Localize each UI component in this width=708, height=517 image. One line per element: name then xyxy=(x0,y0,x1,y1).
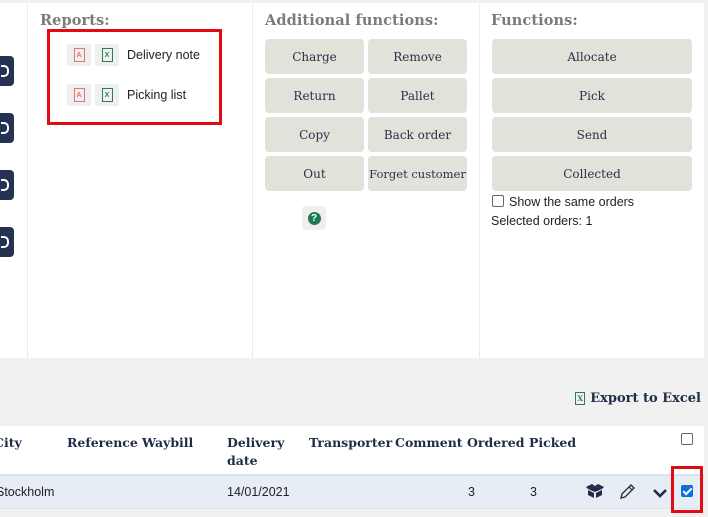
shield-icon xyxy=(1,236,9,248)
reports-title: Reports: xyxy=(40,12,110,29)
select-all-checkbox[interactable] xyxy=(681,433,693,445)
shield-icon xyxy=(1,179,9,191)
export-to-excel-button[interactable]: X Export to Excel xyxy=(575,391,701,406)
chevron-down-icon[interactable] xyxy=(652,488,668,498)
additional-functions-title: Additional functions: xyxy=(265,12,439,29)
report-label: Delivery note xyxy=(127,48,200,62)
back-order-button[interactable]: Back order xyxy=(368,117,467,152)
shield-icon xyxy=(1,65,9,77)
side-action-button[interactable] xyxy=(0,227,14,257)
question-icon: ? xyxy=(307,211,321,225)
excel-icon[interactable]: X xyxy=(95,44,119,66)
collected-button[interactable]: Collected xyxy=(492,156,692,191)
cell-ordered: 3 xyxy=(468,485,475,499)
shield-icon xyxy=(1,122,9,134)
report-label: Picking list xyxy=(127,88,187,102)
excel-icon: X xyxy=(575,392,586,405)
column-header-ordered[interactable]: Ordered xyxy=(467,434,524,452)
copy-button[interactable]: Copy xyxy=(265,117,364,152)
cell-delivery-date: 14/01/2021 xyxy=(227,485,290,499)
column-header-picked[interactable]: Picked xyxy=(529,434,576,452)
column-header-city[interactable]: City xyxy=(0,434,22,452)
forget-customer-button[interactable]: Forget customer xyxy=(368,156,467,191)
pallet-button[interactable]: Pallet xyxy=(368,78,467,113)
side-action-button[interactable] xyxy=(0,170,14,200)
charge-button[interactable]: Charge xyxy=(265,39,364,74)
column-divider xyxy=(479,3,480,358)
reports-highlight-box: A X Delivery note A X Picking list xyxy=(47,29,222,125)
column-header-reference[interactable]: Reference xyxy=(67,434,138,452)
cell-city: Stockholm xyxy=(0,485,55,499)
column-header-comment[interactable]: Comment xyxy=(395,434,463,452)
excel-icon[interactable]: X xyxy=(95,84,119,106)
pencil-icon[interactable] xyxy=(618,483,636,501)
cell-picked: 3 xyxy=(530,485,537,499)
return-button[interactable]: Return xyxy=(265,78,364,113)
help-button[interactable]: ? xyxy=(302,206,326,230)
orders-table: City Reference Waybill Delivery date Tra… xyxy=(0,426,704,509)
export-label: Export to Excel xyxy=(590,391,701,406)
pdf-icon[interactable]: A xyxy=(67,44,91,66)
table-row[interactable]: Stockholm 14/01/2021 3 3 xyxy=(0,474,704,509)
column-header-waybill[interactable]: Waybill xyxy=(142,434,193,452)
row-checkbox-highlight-box xyxy=(671,466,703,513)
table-header: City Reference Waybill Delivery date Tra… xyxy=(0,426,704,474)
side-action-button[interactable] xyxy=(0,113,14,143)
allocate-button[interactable]: Allocate xyxy=(492,39,692,74)
box-icon[interactable] xyxy=(585,483,605,499)
out-button[interactable]: Out xyxy=(265,156,364,191)
functions-title: Functions: xyxy=(491,12,578,29)
remove-button[interactable]: Remove xyxy=(368,39,467,74)
send-button[interactable]: Send xyxy=(492,117,692,152)
report-delivery-note: A X Delivery note xyxy=(67,44,200,66)
column-header-transporter[interactable]: Transporter xyxy=(309,434,392,452)
side-action-button[interactable] xyxy=(0,56,14,86)
column-header-delivery-date[interactable]: Delivery date xyxy=(227,434,297,470)
pdf-icon[interactable]: A xyxy=(67,84,91,106)
selected-orders-count: Selected orders: 1 xyxy=(491,214,593,228)
report-picking-list: A X Picking list xyxy=(67,84,186,106)
show-same-orders-checkbox[interactable] xyxy=(492,195,504,207)
pick-button[interactable]: Pick xyxy=(492,78,692,113)
column-divider xyxy=(27,3,28,358)
show-same-orders-label: Show the same orders xyxy=(509,195,635,209)
column-divider xyxy=(252,3,253,358)
